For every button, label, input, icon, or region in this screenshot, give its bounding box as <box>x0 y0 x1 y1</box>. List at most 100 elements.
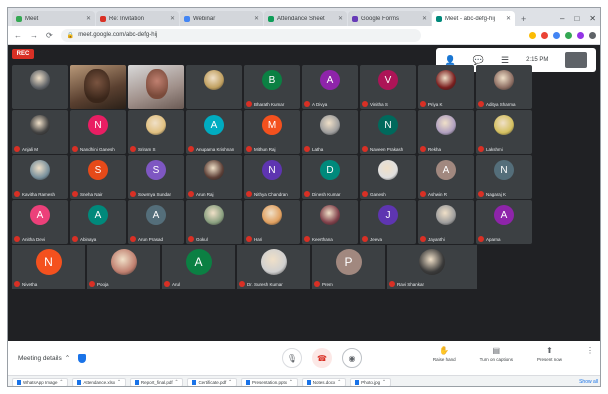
participant-name: Anupama Krishnan <box>188 146 240 152</box>
chat-icon[interactable]: 💬 <box>473 55 484 66</box>
participant-tile[interactable]: Lakshmi <box>476 110 532 154</box>
captions-button[interactable]: ▤ Turn on captions <box>480 346 513 362</box>
participant-tile[interactable]: Kavitha Ramesh <box>12 155 68 199</box>
participant-tile[interactable]: Ravi Shankar <box>387 245 477 289</box>
participant-tile[interactable] <box>186 65 242 109</box>
browser-tab[interactable]: Google Forms ✕ <box>348 11 431 26</box>
participant-tile[interactable]: Hari <box>244 200 300 244</box>
profile-photo <box>262 205 282 225</box>
participant-video[interactable] <box>70 65 126 109</box>
download-item[interactable]: Attendance.xlsx ⌃ <box>72 377 126 386</box>
close-tab-icon[interactable]: ✕ <box>506 15 511 22</box>
participant-tile[interactable]: M Mithun Raj <box>244 110 300 154</box>
participant-tile[interactable]: Dr. Suresh Kumar <box>237 245 310 289</box>
chevron-up-icon[interactable]: ⌃ <box>117 379 121 385</box>
participant-tile[interactable]: Aditya Sharma <box>476 65 532 109</box>
chevron-up-icon[interactable]: ⌃ <box>65 354 70 362</box>
chevron-up-icon[interactable]: ⌃ <box>289 379 293 385</box>
participant-tile[interactable]: D Dinesh Kumar <box>302 155 358 199</box>
participant-tile[interactable]: Jayanthi <box>418 200 474 244</box>
participant-tile[interactable]: A Anitha Devi <box>12 200 68 244</box>
participant-tile[interactable]: Anjali M <box>12 110 68 154</box>
chevron-up-icon[interactable]: ⌃ <box>382 379 386 385</box>
url-input[interactable]: 🔒 meet.google.com/abc-defg-hij <box>60 28 421 42</box>
participant-video[interactable] <box>128 65 184 109</box>
participant-tile[interactable]: N Nivetha <box>12 245 85 289</box>
close-icon[interactable]: ✕ <box>589 14 596 23</box>
extension-icon[interactable] <box>577 31 584 39</box>
participant-tile[interactable]: A Aparna <box>476 200 532 244</box>
extension-icon[interactable] <box>565 31 572 39</box>
forward-icon[interactable]: → <box>30 31 38 40</box>
participant-tile[interactable]: N Nagaraj K <box>476 155 532 199</box>
favicon-icon <box>100 15 106 22</box>
participant-tile[interactable]: Keerthana <box>302 200 358 244</box>
participant-tile[interactable] <box>12 65 68 109</box>
participant-tile[interactable]: A Anupama Krishnan <box>186 110 242 154</box>
browser-tab[interactable]: Meet ✕ <box>12 11 95 26</box>
participant-tile[interactable]: S Sneha Nair <box>70 155 126 199</box>
participant-tile[interactable]: Gokul <box>186 200 242 244</box>
people-icon[interactable]: 👤 <box>445 55 456 66</box>
browser-tab[interactable]: Webinar ✕ <box>180 11 263 26</box>
participant-tile[interactable]: Pooja <box>87 245 160 289</box>
participant-tile[interactable]: A Arul <box>162 245 235 289</box>
extension-icon[interactable] <box>529 31 536 39</box>
extension-icon[interactable] <box>553 31 560 39</box>
close-tab-icon[interactable]: ✕ <box>86 15 91 22</box>
extension-icon[interactable] <box>541 31 548 39</box>
browser-tab[interactable]: Attendance Sheet ✕ <box>264 11 347 26</box>
maximize-icon[interactable]: □ <box>574 14 579 23</box>
profile-avatar[interactable] <box>589 31 596 39</box>
download-item[interactable]: Photo.jpg ⌃ <box>350 377 391 386</box>
participant-tile[interactable]: Arun Raj <box>186 155 242 199</box>
camera-button[interactable]: ◉ <box>342 348 362 368</box>
meeting-details-button[interactable]: Meeting details <box>18 355 62 362</box>
chevron-up-icon[interactable]: ⌃ <box>337 379 341 385</box>
download-item[interactable]: Report_final.pdf ⌃ <box>129 377 184 386</box>
participant-name: Keerthana <box>304 236 356 242</box>
reload-icon[interactable]: ⟳ <box>46 31 53 40</box>
shield-icon[interactable] <box>78 353 87 363</box>
participant-tile[interactable]: V Vinitha S <box>360 65 416 109</box>
participant-tile[interactable]: A Arun Prasad <box>128 200 184 244</box>
raise-hand-button[interactable]: ✋ Raise hand <box>433 346 456 362</box>
participant-tile[interactable]: A A Divya <box>302 65 358 109</box>
close-tab-icon[interactable]: ✕ <box>254 15 259 22</box>
participant-tile[interactable]: J Jeeva <box>360 200 416 244</box>
chevron-up-icon[interactable]: ⌃ <box>175 379 179 385</box>
participant-tile[interactable]: Rekha <box>418 110 474 154</box>
new-tab-icon[interactable]: + <box>516 11 531 26</box>
participant-tile[interactable]: Priya K <box>418 65 474 109</box>
participant-tile[interactable]: N Naveen Prakash <box>360 110 416 154</box>
participant-tile[interactable]: A Abinaya <box>70 200 126 244</box>
participant-tile[interactable]: Sriram S <box>128 110 184 154</box>
more-options-button[interactable]: ⋮ <box>586 346 594 362</box>
participant-tile[interactable]: Ganesh <box>360 155 416 199</box>
participant-tile[interactable]: P Prem <box>312 245 385 289</box>
present-button[interactable]: ⬆ Present now <box>537 346 562 362</box>
download-item[interactable]: WhatsApp Image ⌃ <box>12 377 69 386</box>
back-icon[interactable]: ← <box>14 31 22 40</box>
browser-tab[interactable]: Meet - abc-defg-hij ✕ <box>432 11 515 26</box>
mic-button[interactable]: 🎙 <box>282 348 302 368</box>
download-item[interactable]: Notes.docx ⌃ <box>301 377 347 386</box>
participant-tile[interactable]: N Nandhini Ganesh <box>70 110 126 154</box>
download-item[interactable]: Presentation.pptx ⌃ <box>240 377 298 386</box>
show-all-link[interactable]: Show all <box>579 379 598 385</box>
participant-tile[interactable]: B Bharath Kumar <box>244 65 300 109</box>
participant-tile[interactable]: N Nithya Chandran <box>244 155 300 199</box>
minimize-icon[interactable]: – <box>560 14 564 23</box>
browser-tab[interactable]: Re: Invitation ✕ <box>96 11 179 26</box>
close-tab-icon[interactable]: ✕ <box>170 15 175 22</box>
hang-up-button[interactable]: ☎ <box>312 348 332 368</box>
close-tab-icon[interactable]: ✕ <box>422 15 427 22</box>
participant-tile[interactable]: S Sowmya Sundar <box>128 155 184 199</box>
activities-icon[interactable]: ☰ <box>501 55 509 66</box>
download-item[interactable]: Certificate.pdf ⌃ <box>187 377 237 386</box>
participant-tile[interactable]: Latha <box>302 110 358 154</box>
close-tab-icon[interactable]: ✕ <box>338 15 343 22</box>
chevron-up-icon[interactable]: ⌃ <box>228 379 232 385</box>
chevron-up-icon[interactable]: ⌃ <box>60 379 64 385</box>
participant-tile[interactable]: A Ashwin R <box>418 155 474 199</box>
